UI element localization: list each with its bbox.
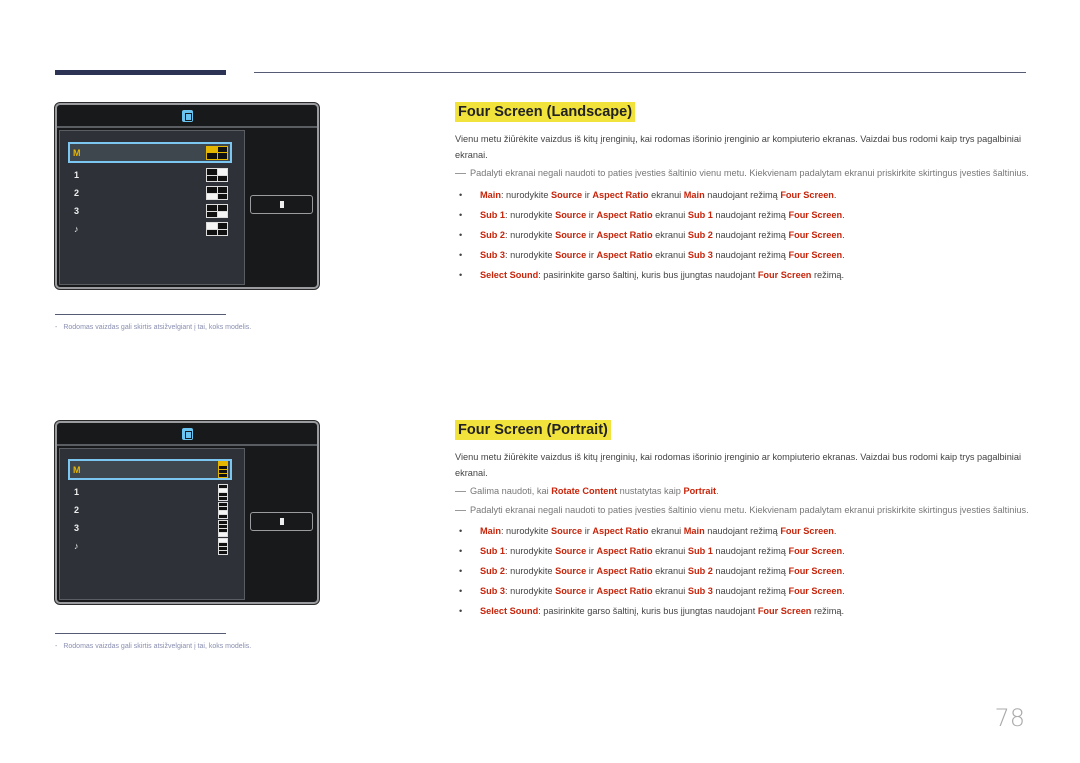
sound-icon: ♪ <box>74 224 78 234</box>
sub2-icon: 2 <box>74 188 79 198</box>
description: Vienu metu žiūrėkite vaizdus iš kitų įre… <box>455 134 1021 160</box>
footnote: - Rodomas vaizdas gali skirtis atsižvelgi… <box>55 324 252 331</box>
four-screen-icon <box>181 427 193 440</box>
note-marker <box>455 509 466 511</box>
osd-row-sub2[interactable]: 2 <box>70 501 230 519</box>
bullet-list: • Main: nurodykite Source ir Aspect Ratio… <box>455 185 1035 285</box>
bullet-select-sound: • Select Sound: pasirinkite garso šaltinį… <box>459 269 845 280</box>
bullet-sub1: • Sub 1: nurodykite Source ir Aspect Rati… <box>459 209 845 220</box>
layout-thumb-sub3 <box>218 519 228 537</box>
select-sound-button[interactable] <box>250 512 313 531</box>
description: Vienu metu žiūrėkite vaizdus iš kitų įre… <box>455 452 1021 478</box>
bullet-select-sound: • Select Sound: pasirinkite garso šaltinį… <box>459 606 845 616</box>
four-screen-icon <box>181 109 193 122</box>
header-bar-accent <box>55 70 226 75</box>
bullet-list: • Main: nurodykite Source ir Aspect Ratio… <box>455 521 1035 621</box>
osd-row-sub3[interactable]: 3 <box>70 519 230 537</box>
sub1-icon: 1 <box>74 170 79 180</box>
osd-row-main[interactable]: M <box>68 459 232 480</box>
select-sound-icon <box>279 518 284 525</box>
note-marker <box>455 173 466 174</box>
sound-icon: ♪ <box>74 541 78 551</box>
osd-row-sound[interactable]: ♪ <box>70 537 230 555</box>
osd-landscape-screenshot: M 1 2 3 ♪ <box>55 103 319 289</box>
layout-thumb-sub1 <box>218 483 228 501</box>
bullet-sub1: • Sub 1: nurodykite Source ir Aspect Rati… <box>459 546 845 556</box>
layout-thumb-sub3 <box>206 204 228 218</box>
note-marker <box>455 491 466 492</box>
bullet-sub2: • Sub 2: nurodykite Source ir Aspect Rati… <box>459 566 845 576</box>
sub2-icon: 2 <box>74 505 79 515</box>
osd-row-sub2[interactable]: 2 <box>70 184 230 202</box>
bullet-main: • Main: nurodykite Source ir Aspect Ratio… <box>459 526 837 536</box>
sub1-icon: 1 <box>74 487 79 497</box>
osd-menu-panel: M 1 2 3 ♪ <box>59 130 245 285</box>
footnote-rule <box>55 314 226 315</box>
section-title: Four Screen (Landscape) <box>455 102 636 122</box>
osd-row-sub1[interactable]: 1 <box>70 166 230 184</box>
footnote-rule <box>55 633 226 634</box>
layout-thumb-sub1 <box>206 168 228 182</box>
bullet-sub2: • Sub 2: nurodykite Source ir Aspect Rati… <box>459 229 845 240</box>
note-rotate-content: Galima naudoti, kai Rotate Content nusta… <box>455 484 1035 500</box>
osd-header <box>57 423 317 446</box>
select-sound-button[interactable] <box>250 195 313 214</box>
footnote: - Rodomas vaizdas gali skirtis atsižvelgi… <box>55 643 252 650</box>
bullet-main: • Main: nurodykite Source ir Aspect Ratio… <box>459 189 837 200</box>
header-rule <box>254 72 1026 73</box>
layout-thumb-main <box>218 461 228 478</box>
layout-thumb-main <box>206 145 228 160</box>
sub3-icon: 3 <box>74 206 79 216</box>
page-number: 78 <box>994 704 1025 732</box>
osd-row-main[interactable]: M <box>68 142 232 163</box>
layout-thumb-sound <box>206 222 228 236</box>
osd-row-sub3[interactable]: 3 <box>70 202 230 220</box>
osd-portrait-screenshot: M 1 2 3 ♪ <box>55 421 319 604</box>
osd-row-sound[interactable]: ♪ <box>70 220 230 238</box>
select-sound-icon <box>279 201 284 208</box>
layout-thumb-sound <box>218 537 228 555</box>
main-icon: M <box>73 464 80 475</box>
bullet-sub3: • Sub 3: nurodykite Source ir Aspect Rati… <box>459 249 845 260</box>
section-portrait: Four Screen (Portrait) Vienu metu žiūrėk… <box>455 420 1035 621</box>
bullet-sub3: • Sub 3: nurodykite Source ir Aspect Rati… <box>459 586 845 596</box>
layout-thumb-sub2 <box>206 186 228 200</box>
note: Padalyti ekranai negali naudoti to patie… <box>455 503 1035 519</box>
osd-header <box>57 105 317 128</box>
section-landscape: Four Screen (Landscape) Vienu metu žiūrė… <box>455 102 1035 285</box>
layout-thumb-sub2 <box>218 501 228 519</box>
osd-row-sub1[interactable]: 1 <box>70 483 230 501</box>
osd-menu-panel: M 1 2 3 ♪ <box>59 448 245 600</box>
sub3-icon: 3 <box>74 523 79 533</box>
note: Padalyti ekranai negali naudoti to patie… <box>455 166 1035 182</box>
main-icon: M <box>73 147 80 158</box>
section-title: Four Screen (Portrait) <box>455 420 611 440</box>
